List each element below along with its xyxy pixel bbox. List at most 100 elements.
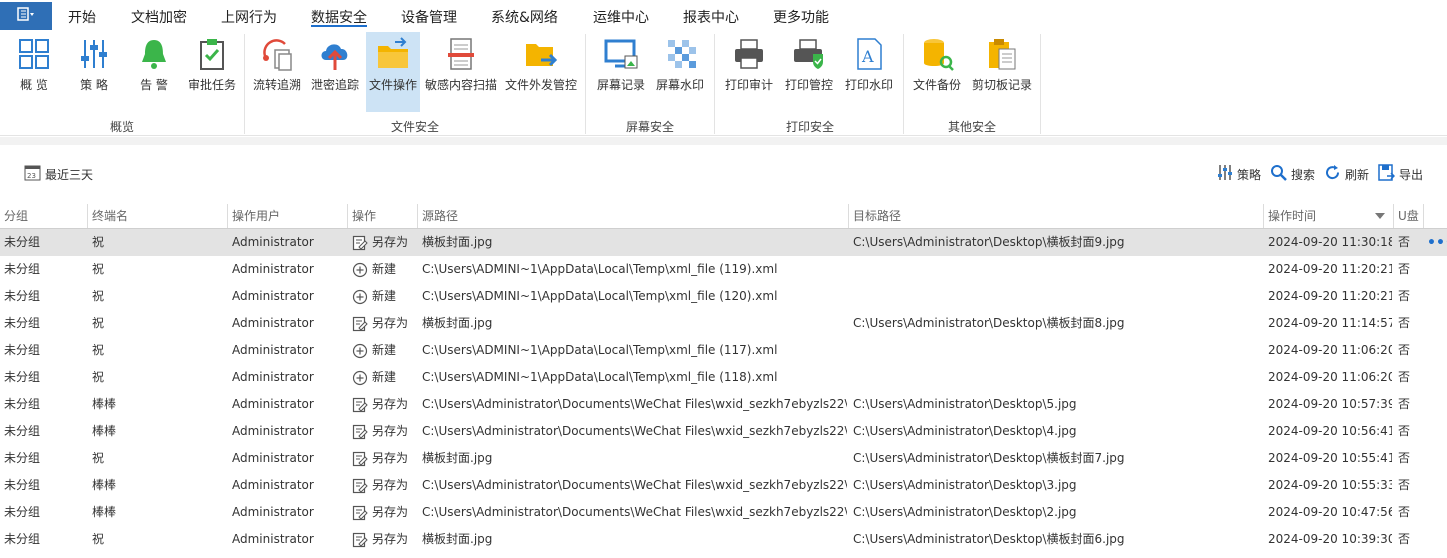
- cell-group: 未分组: [4, 505, 41, 519]
- header-time[interactable]: 操作时间: [1264, 204, 1394, 228]
- export-button[interactable]: 导出: [1378, 164, 1423, 184]
- approval-button[interactable]: 审批任务: [186, 32, 238, 112]
- file-backup-button[interactable]: 文件备份: [909, 32, 965, 112]
- screen-watermark-button[interactable]: 屏幕水印: [653, 32, 707, 112]
- tab-more[interactable]: 更多功能: [773, 7, 829, 27]
- cell-time: 2024-09-20 10:56:41: [1268, 424, 1392, 438]
- refresh-button[interactable]: 刷新: [1324, 164, 1369, 184]
- operation-label: 另存为: [372, 505, 409, 519]
- cell-operation: 另存为: [352, 526, 418, 553]
- svg-text:23: 23: [27, 172, 36, 180]
- policy-tool-label: 策略: [1237, 167, 1262, 182]
- table-row[interactable]: 未分组 棒棒 Administrator 另存为 C:\Users\Administra…: [0, 499, 1447, 526]
- app-menu-button[interactable]: [0, 2, 52, 30]
- table-row[interactable]: 未分组 祝 Administrator 新建 C:\Users\ADMINI~1\App…: [0, 256, 1447, 283]
- tab-web-behavior[interactable]: 上网行为: [221, 7, 277, 27]
- table-row[interactable]: 未分组 祝 Administrator 新建 C:\Users\ADMINI~1\App…: [0, 337, 1447, 364]
- cell-source-path: C:\Users\Administrator\Documents\WeChat …: [422, 397, 847, 411]
- tab-device-mgmt[interactable]: 设备管理: [401, 7, 457, 27]
- cell-source-path: 横板封面.jpg: [422, 532, 493, 546]
- header-target-path[interactable]: 目标路径: [849, 204, 1264, 228]
- cell-source-path: C:\Users\Administrator\Documents\WeChat …: [422, 505, 847, 519]
- operation-label: 新建: [372, 370, 397, 384]
- tab-ops-center[interactable]: 运维中心: [593, 7, 649, 27]
- table-row[interactable]: 未分组 祝 Administrator 另存为 横板封面.jpg C:\Users\Adm…: [0, 526, 1447, 553]
- cell-operation: 另存为: [352, 229, 418, 256]
- cell-user: Administrator: [232, 532, 314, 546]
- row-more-icon[interactable]: •••: [1427, 236, 1447, 250]
- cell-target-path: C:\Users\Administrator\Desktop\4.jpg: [853, 424, 1077, 438]
- header-group[interactable]: 分组: [0, 204, 88, 228]
- table-row[interactable]: 未分组 祝 Administrator 另存为 横板封面.jpg C:\Users\Adm…: [0, 310, 1447, 337]
- cell-source-path: C:\Users\ADMINI~1\AppData\Local\Temp\xml…: [422, 370, 778, 384]
- file-operation-button[interactable]: 文件操作: [366, 32, 420, 112]
- cell-time: 2024-09-20 11:06:20: [1268, 343, 1392, 357]
- toolbar: 23 最近三天 策略 搜索 刷新 导出: [0, 160, 1447, 188]
- cell-time: 2024-09-20 10:55:41: [1268, 451, 1392, 465]
- cell-source-path: 横板封面.jpg: [422, 235, 493, 249]
- date-filter-button[interactable]: 23 最近三天: [24, 164, 93, 184]
- file-outgoing-label: 文件外发管控: [504, 78, 577, 92]
- flow-trace-button[interactable]: 流转追溯: [250, 32, 304, 112]
- table-row[interactable]: 未分组 棒棒 Administrator 另存为 C:\Users\Administra…: [0, 391, 1447, 418]
- header-user[interactable]: 操作用户: [228, 204, 348, 228]
- tab-report-center[interactable]: 报表中心: [683, 7, 739, 27]
- header-time-label: 操作时间: [1268, 209, 1317, 223]
- screen-watermark-label: 屏幕水印: [655, 78, 704, 92]
- cell-target-path: C:\Users\Administrator\Desktop\横板封面8.jpg: [853, 316, 1125, 330]
- tab-data-security[interactable]: 数据安全: [311, 7, 367, 27]
- header-source-path[interactable]: 源路径: [418, 204, 849, 228]
- cell-operation: 另存为: [352, 310, 418, 337]
- print-watermark-button[interactable]: A 打印水印: [842, 32, 896, 112]
- svg-text:A: A: [861, 47, 874, 66]
- search-button[interactable]: 搜索: [1270, 164, 1315, 184]
- save-as-icon: [352, 478, 368, 493]
- tab-doc-encrypt[interactable]: 文档加密: [131, 7, 187, 27]
- cell-usb: 否: [1398, 316, 1411, 330]
- overview-button[interactable]: 概 览: [10, 32, 58, 112]
- policy-sliders-icon: [76, 36, 112, 72]
- group-separator: [244, 34, 245, 134]
- header-operation[interactable]: 操作: [348, 204, 418, 228]
- cell-target-path: [853, 256, 1261, 283]
- operation-label: 另存为: [372, 532, 409, 546]
- header-terminal[interactable]: 终端名: [88, 204, 228, 228]
- policy-button[interactable]: 策 略: [70, 32, 118, 112]
- cell-group: 未分组: [4, 424, 41, 438]
- clipboard-record-button[interactable]: 剪切板记录: [970, 32, 1034, 112]
- tab-start[interactable]: 开始: [68, 7, 96, 27]
- table-row[interactable]: 未分组 祝 Administrator 新建 C:\Users\ADMINI~1\App…: [0, 283, 1447, 310]
- cell-terminal: 祝: [92, 289, 105, 303]
- table-row[interactable]: 未分组 祝 Administrator 新建 C:\Users\ADMINI~1\App…: [0, 364, 1447, 391]
- cell-source-path: C:\Users\Administrator\Documents\WeChat …: [422, 478, 847, 492]
- table-row[interactable]: 未分组 祝 Administrator 另存为 横板封面.jpg C:\Users\Adm…: [0, 229, 1447, 256]
- table-row[interactable]: 未分组 祝 Administrator 另存为 横板封面.jpg C:\Users\Adm…: [0, 445, 1447, 472]
- table-row[interactable]: 未分组 棒棒 Administrator 另存为 C:\Users\Administra…: [0, 418, 1447, 445]
- print-watermark-icon: A: [851, 36, 887, 72]
- cell-terminal: 祝: [92, 343, 105, 357]
- print-control-button[interactable]: 打印管控: [782, 32, 836, 112]
- cell-operation: 另存为: [352, 418, 418, 445]
- group-separator: [585, 34, 586, 134]
- cell-usb: 否: [1398, 370, 1411, 384]
- cell-operation: 新建: [352, 337, 418, 364]
- tab-system-network[interactable]: 系统&网络: [491, 7, 558, 27]
- overview-label: 概 览: [20, 78, 48, 92]
- operation-label: 另存为: [372, 424, 409, 438]
- cell-user: Administrator: [232, 262, 314, 276]
- screen-record-button[interactable]: 屏幕记录: [594, 32, 648, 112]
- sensitive-scan-button[interactable]: 敏感内容扫描: [424, 32, 498, 112]
- group-label-print-security: 打印安全: [785, 120, 834, 134]
- leak-trace-button[interactable]: 泄密追踪: [309, 32, 361, 112]
- policy-tool-button[interactable]: 策略: [1216, 164, 1261, 184]
- file-outgoing-button[interactable]: 文件外发管控: [504, 32, 578, 112]
- save-as-icon: [352, 424, 368, 439]
- alarm-bell-icon: [136, 36, 172, 72]
- alarm-button[interactable]: 告 警: [130, 32, 178, 112]
- header-usb[interactable]: U盘: [1394, 204, 1424, 228]
- table-row[interactable]: 未分组 棒棒 Administrator 另存为 C:\Users\Administra…: [0, 472, 1447, 499]
- print-audit-button[interactable]: 打印审计: [722, 32, 776, 112]
- cell-target-path: [853, 364, 1261, 391]
- cell-user: Administrator: [232, 235, 314, 249]
- cell-time: 2024-09-20 10:39:30: [1268, 532, 1392, 546]
